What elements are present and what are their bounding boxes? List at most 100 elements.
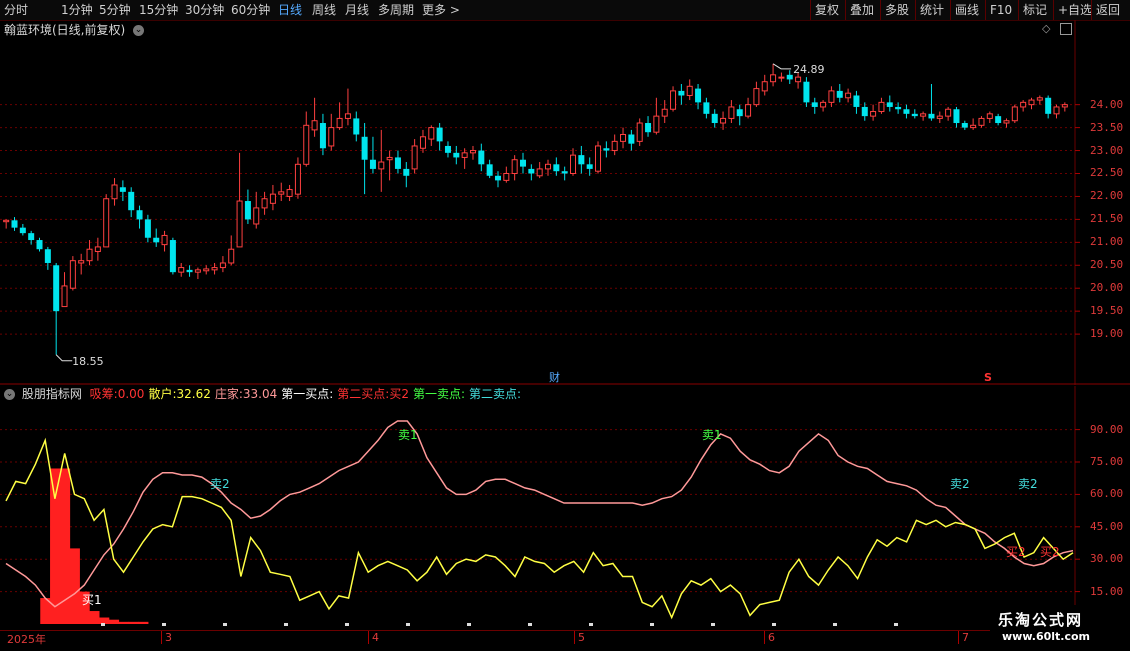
indicator-axis-label: 90.00: [1090, 422, 1124, 436]
candle-body-up: [253, 207, 260, 225]
fuquan-button[interactable]: 复权: [810, 0, 843, 20]
tab-30min[interactable]: 30分钟: [185, 1, 224, 19]
tab-more[interactable]: 更多 >: [422, 1, 460, 19]
price-axis-label: 22.00: [1090, 189, 1124, 203]
candle-body-down: [711, 113, 718, 124]
candle-body-down: [128, 191, 135, 211]
tab-1min[interactable]: 1分钟: [61, 1, 93, 19]
candle-body-up: [720, 117, 727, 124]
candle-body-up: [753, 88, 760, 106]
candle-body-down: [578, 155, 585, 165]
candle-body-down: [453, 152, 460, 158]
accumulation-bar: [128, 621, 139, 624]
candle-body-down: [836, 90, 843, 98]
candle-body-up: [336, 117, 343, 129]
signal-label: 买2: [1006, 545, 1026, 559]
time-axis-label: 3: [161, 631, 172, 644]
add-watchlist-button[interactable]: +自选: [1053, 0, 1096, 20]
candle-body-down: [53, 265, 60, 312]
tab-fenshi[interactable]: 分时: [4, 1, 28, 19]
signal-label: 卖2: [1018, 477, 1038, 491]
candle-body-down: [886, 102, 893, 107]
tab-60min[interactable]: 60分钟: [231, 1, 270, 19]
candle-body-down: [695, 88, 702, 103]
tab-daily[interactable]: 日线: [278, 1, 302, 19]
candle-body-down: [186, 269, 193, 273]
candle-body-down: [319, 123, 326, 149]
high-marker-line: [772, 63, 792, 70]
candle-body-up: [661, 108, 668, 117]
candle-body-up: [469, 150, 476, 154]
candle-body-down: [11, 220, 18, 228]
candle-body-up: [461, 152, 468, 158]
statistics-button[interactable]: 统计: [915, 0, 948, 20]
candle-body-up: [828, 90, 835, 103]
candle-body-down: [519, 159, 526, 167]
tab-15min[interactable]: 15分钟: [139, 1, 178, 19]
candle-body-down: [444, 145, 451, 153]
candle-body-up: [636, 122, 643, 142]
candle-body-up: [161, 234, 168, 246]
tab-monthly[interactable]: 月线: [345, 1, 369, 19]
candle-body-up: [278, 191, 285, 195]
accumulation-bar: [108, 619, 120, 624]
candle-body-down: [553, 164, 560, 172]
candle-body-down: [478, 150, 485, 165]
candle-body-down: [953, 109, 960, 124]
candle-body-down: [153, 237, 160, 243]
candle-body-up: [3, 219, 10, 223]
candle-body-down: [369, 159, 376, 169]
candle-body-up: [78, 260, 85, 264]
price-axis-label: 20.00: [1090, 281, 1124, 295]
candle-body-up: [61, 285, 68, 308]
bottom-dot: [162, 623, 166, 626]
tab-multi-period[interactable]: 多周期: [378, 1, 414, 19]
candle-body-up: [878, 101, 885, 113]
candle-body-down: [486, 164, 493, 176]
watermark-name: 乐淘公式网: [998, 611, 1084, 629]
candle-body-up: [1028, 99, 1035, 106]
price-axis-label: 22.50: [1090, 166, 1124, 180]
candle-body-down: [995, 116, 1002, 124]
candle-body-down: [861, 106, 868, 117]
candle-body-down: [136, 210, 143, 220]
overlay-button[interactable]: 叠加: [845, 0, 878, 20]
s-marker: S: [984, 371, 992, 384]
dealer-line: [5, 420, 1074, 608]
candle-body-up: [503, 172, 510, 181]
signal-label: 买1: [82, 593, 102, 607]
draw-line-button[interactable]: 画线: [950, 0, 983, 20]
candle-body-down: [895, 106, 902, 110]
candle-body-up: [303, 124, 310, 165]
candle-body-down: [36, 240, 43, 250]
period-toolbar: 分时 1分钟 5分钟 15分钟 30分钟 60分钟 日线 周线 月线 多周期 更…: [0, 0, 1130, 21]
signal-label: 卖2: [950, 477, 970, 491]
bottom-dot: [711, 623, 715, 626]
indicator-chart[interactable]: 卖1 卖2 卖1 卖2 卖2 买1 买2 买2: [0, 386, 1130, 631]
tab-5min[interactable]: 5分钟: [99, 1, 131, 19]
candle-body-up: [936, 115, 943, 119]
candle-body-down: [645, 123, 652, 133]
f10-button[interactable]: F10: [985, 0, 1016, 20]
candle-body-up: [920, 113, 927, 117]
candle-body-up: [1036, 97, 1043, 101]
bottom-dot: [894, 623, 898, 626]
signal-label: 卖1: [702, 428, 722, 442]
candlestick-chart[interactable]: 24.89 18.55 财 S: [0, 20, 1130, 385]
candle-body-up: [261, 198, 268, 209]
indicator-axis-label: 30.00: [1090, 552, 1124, 566]
candle-body-down: [169, 240, 176, 273]
accumulation-bar: [138, 621, 149, 624]
signal-label: 卖2: [210, 477, 230, 491]
candle-body-down: [811, 102, 818, 107]
back-button[interactable]: 返回: [1091, 0, 1124, 20]
indicator-axis-label: 15.00: [1090, 584, 1124, 598]
bottom-dot: [467, 623, 471, 626]
candle-body-down: [911, 113, 918, 117]
multi-stock-button[interactable]: 多股: [880, 0, 913, 20]
indicator-axis-label: 45.00: [1090, 519, 1124, 533]
candle-body-down: [561, 171, 568, 174]
mark-button[interactable]: 标记: [1018, 0, 1051, 20]
tab-weekly[interactable]: 周线: [312, 1, 336, 19]
candle-body-up: [620, 133, 627, 142]
